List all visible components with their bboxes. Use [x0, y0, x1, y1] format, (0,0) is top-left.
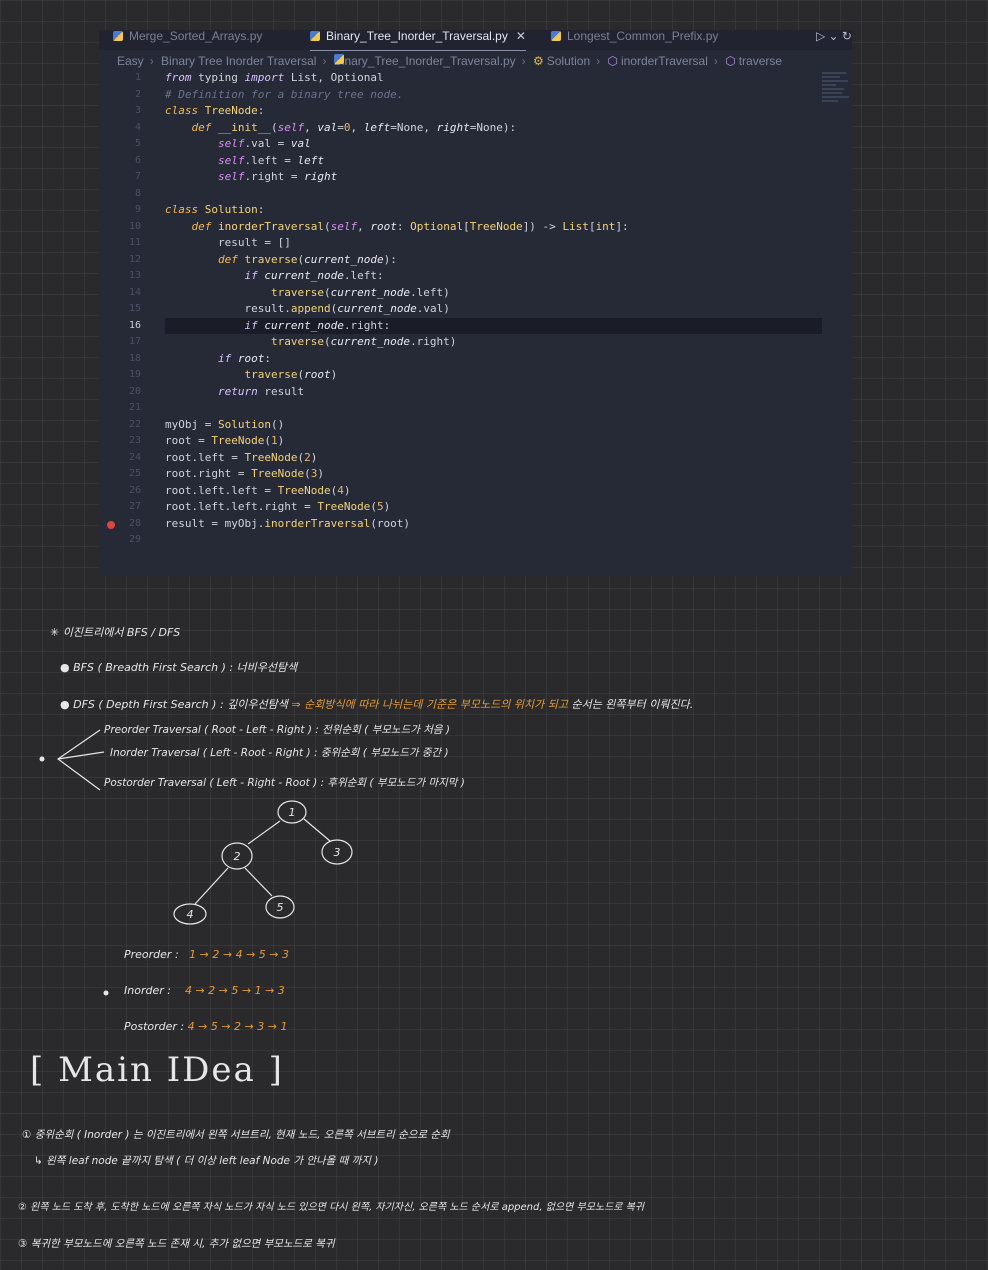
tree-node-label: 5: [277, 901, 284, 914]
idea-3: ③ 복귀한 부모노드에 오른쪽 노드 존재 시, 추가 없으면 부모노드로 복귀: [18, 1238, 335, 1250]
tree-node-label: 3: [334, 846, 341, 859]
inorder-result: Inorder : 4 → 2 → 5 → 1 → 3: [124, 984, 285, 997]
postorder-result: Postorder : 4 → 5 → 2 → 3 → 1: [124, 1020, 288, 1033]
tree-edges: [194, 818, 331, 905]
tree-node-label: 2: [234, 850, 241, 863]
main-idea-title: [ Main IDea ]: [30, 1050, 284, 1090]
tree-node-label: 1: [289, 806, 296, 819]
bullet-dot: [103, 990, 109, 996]
idea-1: ① 중위순회 ( Inorder ) 는 이진트리에서 왼쪽 서브트리, 현재 …: [22, 1129, 450, 1141]
preorder-result: Preorder : 1 → 2 → 4 → 5 → 3: [124, 948, 289, 961]
idea-2: ② 왼쪽 노드 도착 후, 도착한 노드에 오른쪽 자식 노드가 자식 노드 있…: [18, 1202, 645, 1213]
tree-node-label: 4: [187, 908, 194, 921]
idea-1-sub: ↳ 왼쪽 leaf node 끝까지 탐색 ( 더 이상 left leaf N…: [34, 1155, 379, 1167]
branch-bracket: [56, 729, 105, 791]
bullet-dot: [39, 756, 45, 762]
